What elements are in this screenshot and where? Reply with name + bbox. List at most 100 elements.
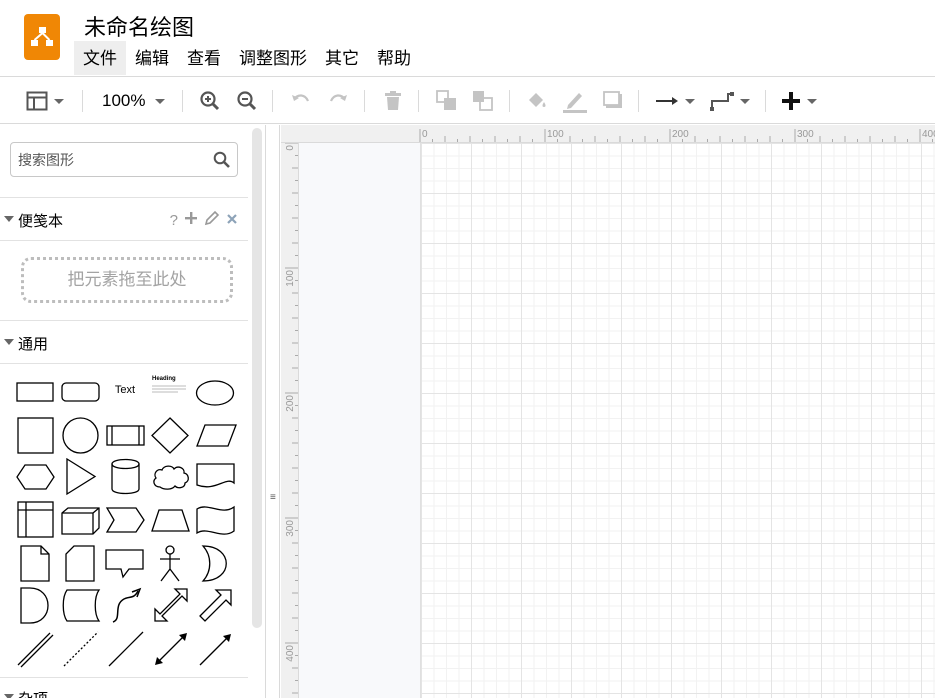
redo-button[interactable] — [327, 89, 349, 113]
scratchpad-help-button[interactable]: ? — [170, 212, 178, 229]
line-color-button[interactable] — [562, 89, 588, 113]
ruler-label: 400 — [285, 645, 296, 662]
add-icon[interactable] — [184, 211, 198, 229]
menu-extras[interactable]: 其它 — [316, 41, 368, 75]
rounded-rectangle-shape[interactable] — [61, 381, 101, 403]
scratchpad-section-header[interactable]: 便笺本 ? — [0, 197, 248, 240]
zoom-dropdown[interactable]: 100% — [102, 89, 166, 113]
triangle-shape[interactable] — [65, 458, 97, 496]
dashed-line-shape[interactable] — [61, 629, 101, 669]
text-lines-icon — [152, 385, 186, 393]
format-panel-icon — [26, 90, 48, 112]
data-storage-shape[interactable] — [61, 589, 101, 623]
zoom-out-button[interactable] — [236, 89, 258, 113]
ruler-label: 0 — [422, 129, 428, 140]
document-shape[interactable] — [196, 463, 236, 491]
sidebar-scrollbar[interactable] — [252, 128, 262, 628]
fill-color-icon — [526, 90, 548, 112]
menu-view[interactable]: 查看 — [178, 41, 230, 75]
chevron-down-icon — [685, 98, 695, 104]
shape-search-input[interactable] — [18, 150, 208, 170]
search-icon[interactable] — [213, 151, 231, 174]
bidirectional-arrow-shape[interactable] — [151, 585, 191, 625]
menu-file[interactable]: 文件 — [74, 41, 126, 75]
waypoints-dropdown[interactable] — [710, 89, 750, 113]
edit-pencil-icon[interactable] — [204, 210, 220, 230]
directional-connector-shape[interactable] — [196, 629, 236, 669]
ellipse-shape[interactable] — [195, 379, 237, 407]
card-shape[interactable] — [65, 545, 97, 583]
delay-shape[interactable] — [20, 587, 52, 625]
chevron-down-icon — [155, 98, 166, 104]
undo-button[interactable] — [290, 89, 312, 113]
arrow-shape[interactable] — [196, 585, 236, 625]
parallelogram-shape[interactable] — [196, 424, 238, 448]
callout-shape[interactable] — [105, 549, 145, 579]
waypoints-icon — [710, 90, 734, 112]
to-back-button[interactable] — [472, 89, 494, 113]
to-front-icon — [436, 90, 458, 112]
ruler-label: 100 — [285, 270, 296, 287]
tape-shape[interactable] — [196, 504, 236, 536]
connection-style-dropdown[interactable] — [655, 89, 695, 113]
internal-storage-shape[interactable] — [17, 501, 55, 539]
delete-icon — [382, 90, 404, 112]
toolbar-divider — [364, 90, 365, 112]
ruler-label: 100 — [547, 129, 564, 140]
note-shape[interactable] — [20, 545, 52, 583]
ruler-label: 300 — [797, 129, 814, 140]
zoom-level: 100% — [102, 91, 146, 110]
document-title[interactable]: 未命名绘图 — [84, 10, 194, 42]
menu-edit[interactable]: 编辑 — [126, 41, 178, 75]
shadow-button[interactable] — [602, 89, 624, 113]
bidirectional-connector-shape[interactable] — [151, 629, 191, 669]
shadow-icon — [602, 90, 624, 112]
hexagon-shape[interactable] — [16, 464, 56, 490]
textbox-shape[interactable]: Heading — [152, 376, 188, 400]
general-section-header[interactable]: 通用 — [0, 320, 248, 363]
shape-search-box — [10, 142, 238, 177]
double-line-shape[interactable] — [16, 629, 56, 669]
menu-arrange[interactable]: 调整图形 — [230, 41, 316, 75]
zoom-in-icon — [199, 90, 221, 112]
cylinder-shape[interactable] — [111, 458, 141, 496]
to-front-button[interactable] — [436, 89, 458, 113]
cloud-shape[interactable] — [151, 463, 191, 491]
scratchpad-drop-zone[interactable]: 把元素拖至此处 — [21, 257, 233, 303]
curve-shape[interactable] — [110, 587, 142, 625]
heading-label: Heading — [152, 376, 176, 382]
cube-shape[interactable] — [61, 507, 101, 535]
scratchpad-label: 便笺本 — [18, 213, 64, 230]
expand-triangle-icon — [4, 339, 14, 345]
sidebar-splitter[interactable]: ≡ — [265, 125, 280, 698]
toolbar-divider — [509, 90, 510, 112]
square-shape[interactable] — [17, 417, 55, 455]
insert-dropdown[interactable] — [781, 89, 817, 113]
chevron-down-icon — [807, 98, 817, 104]
delete-button[interactable] — [382, 89, 404, 113]
rectangle-shape[interactable] — [16, 381, 56, 403]
line-shape[interactable] — [106, 629, 146, 669]
actor-shape[interactable] — [157, 545, 183, 583]
trapezoid-shape[interactable] — [151, 509, 191, 533]
diagram-page-grid[interactable] — [420, 143, 935, 698]
process-shape[interactable] — [106, 425, 146, 447]
line-color-icon — [562, 89, 588, 113]
step-shape[interactable] — [106, 507, 146, 535]
diamond-shape[interactable] — [151, 417, 191, 455]
fill-color-button[interactable] — [526, 89, 548, 113]
diagram-canvas[interactable] — [299, 143, 935, 698]
misc-section-header[interactable]: 杂项 — [0, 677, 248, 698]
menu-help[interactable]: 帮助 — [368, 41, 420, 75]
divider — [0, 240, 248, 241]
ruler-label: 200 — [285, 395, 296, 412]
circle-shape[interactable] — [62, 417, 100, 455]
or-shape[interactable] — [200, 545, 232, 583]
format-panel-button[interactable] — [26, 89, 64, 113]
zoom-in-button[interactable] — [199, 89, 221, 113]
toolbar: 100% — [0, 76, 935, 124]
connection-icon — [655, 90, 679, 112]
expand-triangle-icon — [4, 216, 14, 222]
close-icon[interactable] — [226, 212, 238, 229]
text-shape[interactable]: Text — [108, 384, 142, 402]
